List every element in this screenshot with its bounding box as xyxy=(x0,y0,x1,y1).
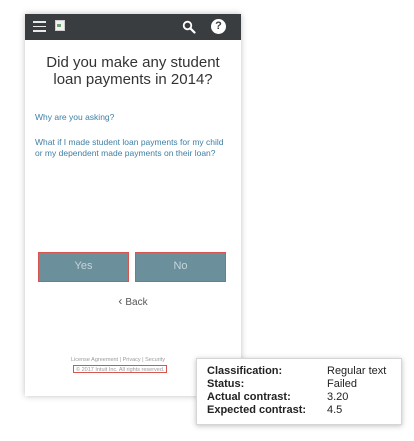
privacy-link[interactable]: Privacy xyxy=(123,357,141,363)
phone-screen: ? Did you make any student loan payments… xyxy=(25,14,241,396)
copyright-text: © 2017 Intuit Inc. All rights reserved. xyxy=(73,365,168,373)
child-payments-link[interactable]: What if I made student loan payments for… xyxy=(35,137,233,158)
help-icon[interactable]: ? xyxy=(211,19,226,34)
broken-image-icon xyxy=(55,20,65,31)
top-bar: ? xyxy=(25,14,241,40)
actual-contrast-value: 3.20 xyxy=(327,391,349,403)
search-icon[interactable] xyxy=(182,20,196,34)
classification-value: Regular text xyxy=(327,365,387,377)
no-button[interactable]: No xyxy=(135,252,226,282)
license-agreement-link[interactable]: License Agreement xyxy=(71,357,118,363)
status-value: Failed xyxy=(327,378,357,390)
contrast-tooltip: Classification: Regular text Status: Fai… xyxy=(196,358,402,425)
footer-separator: | xyxy=(142,357,144,363)
page-title: Did you make any student loan payments i… xyxy=(46,54,220,88)
expected-contrast-label: Expected contrast: xyxy=(207,404,307,416)
yes-button[interactable]: Yes xyxy=(38,252,129,282)
actual-contrast-label: Actual contrast: xyxy=(207,391,291,403)
chevron-left-icon: ‹ xyxy=(118,294,123,308)
why-asking-link[interactable]: Why are you asking? xyxy=(35,112,233,123)
classification-label: Classification: xyxy=(207,365,283,377)
footer-separator: | xyxy=(119,357,122,363)
back-button[interactable]: ‹ Back xyxy=(25,294,241,308)
status-label: Status: xyxy=(207,378,245,390)
menu-icon[interactable] xyxy=(33,21,46,32)
expected-contrast-value: 4.5 xyxy=(327,404,343,416)
security-link[interactable]: Security xyxy=(145,357,165,363)
back-label: Back xyxy=(125,297,148,308)
